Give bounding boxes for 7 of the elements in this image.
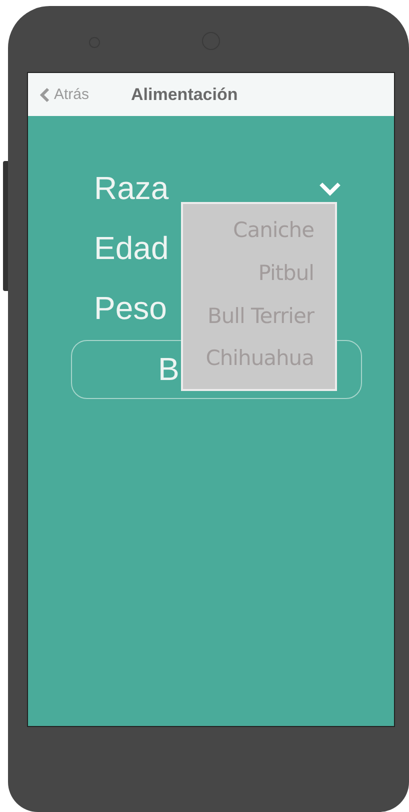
field-label[interactable]: Peso [94,290,167,326]
screen-title: Alimentación [131,84,238,104]
field-label[interactable]: Raza [94,170,169,206]
chevron-down-icon[interactable] [318,180,342,196]
back-button[interactable]: Atrás [40,86,90,103]
field-label[interactable]: Edad [94,230,169,266]
chevron-left-icon [40,86,50,102]
